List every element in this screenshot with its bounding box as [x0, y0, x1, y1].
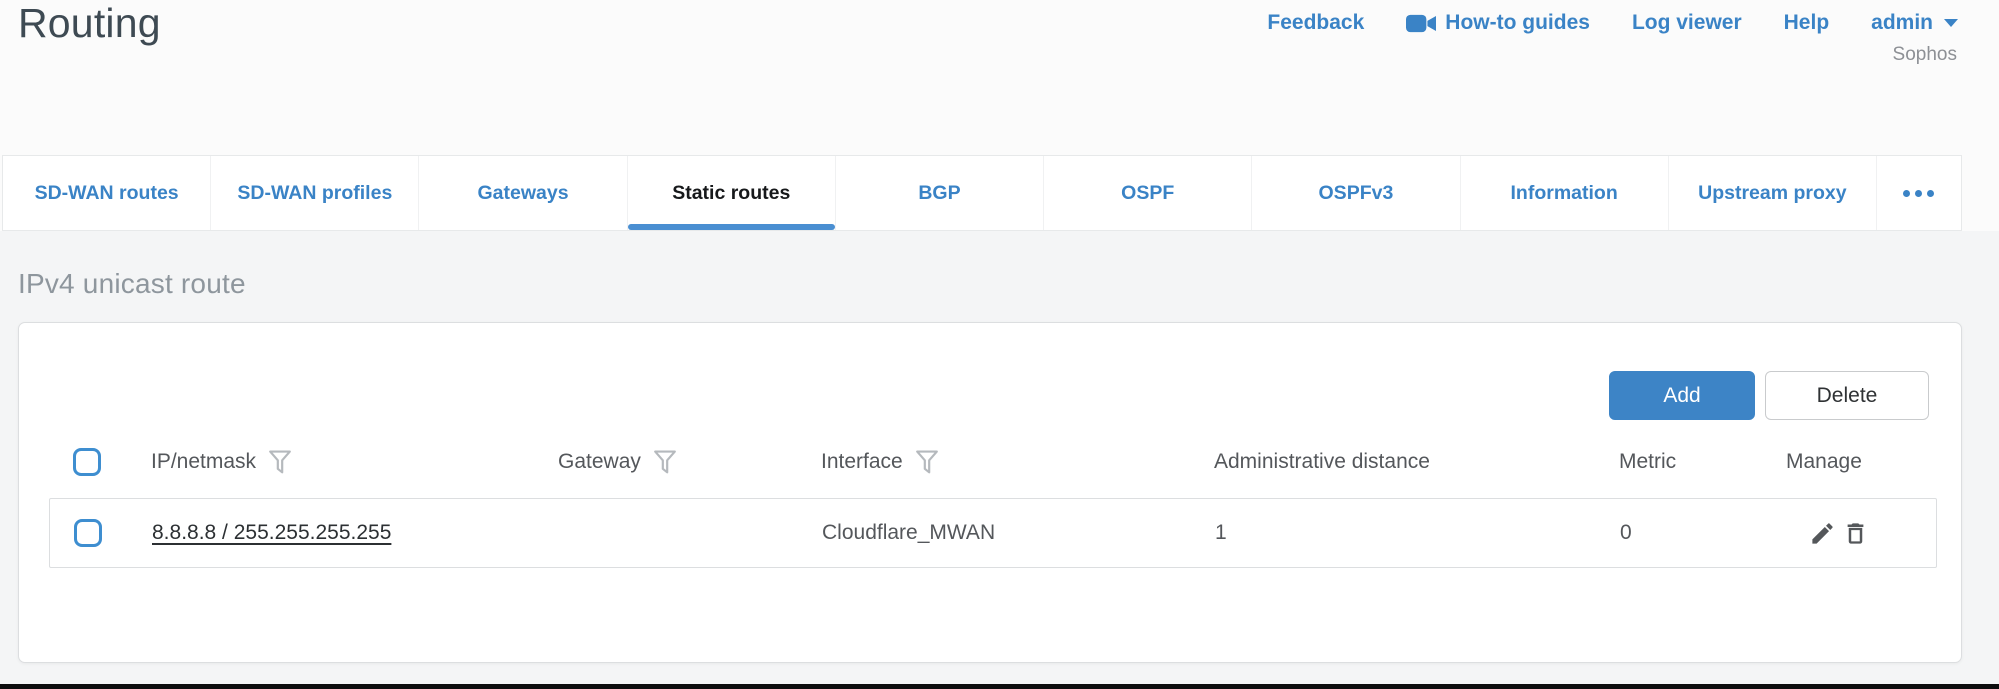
ip-netmask-link[interactable]: 8.8.8.8 / 255.255.255.255 [152, 521, 391, 544]
column-admin-distance: Administrative distance [1214, 450, 1619, 474]
section-title: IPv4 unicast route [18, 268, 246, 300]
tab-ospf[interactable]: OSPF [1043, 156, 1251, 230]
tab-gateways[interactable]: Gateways [418, 156, 626, 230]
cell-metric: 0 [1620, 521, 1787, 545]
more-horizontal-icon [1927, 190, 1934, 197]
row-checkbox-cell [50, 519, 152, 547]
caret-down-icon [1944, 19, 1958, 27]
filter-icon[interactable] [268, 449, 292, 476]
table-row: 8.8.8.8 / 255.255.255.255 Cloudflare_MWA… [49, 498, 1937, 568]
cell-admin-distance: 1 [1215, 521, 1620, 545]
tab-label: Upstream proxy [1698, 182, 1846, 205]
user-menu-label: admin [1871, 11, 1933, 35]
delete-button[interactable]: Delete [1765, 371, 1929, 420]
delete-trash-icon[interactable] [1842, 520, 1869, 547]
column-label: Metric [1619, 450, 1676, 474]
column-manage: Manage [1786, 450, 1937, 474]
add-button[interactable]: Add [1609, 371, 1755, 420]
tab-bgp[interactable]: BGP [835, 156, 1043, 230]
top-nav: Feedback How-to guides Log viewer Help a… [1267, 11, 1958, 35]
feedback-link[interactable]: Feedback [1267, 11, 1364, 35]
tab-label: SD-WAN routes [35, 182, 179, 205]
user-menu[interactable]: admin [1871, 11, 1958, 35]
cell-manage [1787, 520, 1936, 547]
video-camera-icon [1406, 13, 1436, 34]
help-link[interactable]: Help [1784, 11, 1830, 35]
howto-guides-link-label: How-to guides [1445, 11, 1590, 35]
column-label: Administrative distance [1214, 450, 1430, 474]
tab-sd-wan-profiles[interactable]: SD-WAN profiles [210, 156, 418, 230]
more-horizontal-icon [1915, 190, 1922, 197]
column-label: IP/netmask [151, 450, 256, 474]
table-header: IP/netmask Gateway Interface Administrat… [49, 439, 1937, 485]
column-label: Gateway [558, 450, 641, 474]
help-link-label: Help [1784, 11, 1830, 35]
toolbar: Add Delete [1609, 371, 1929, 420]
tab-ospfv3[interactable]: OSPFv3 [1251, 156, 1459, 230]
tab-label: OSPF [1121, 182, 1174, 205]
edit-pencil-icon[interactable] [1809, 520, 1836, 547]
page-title: Routing [18, 0, 161, 47]
row-checkbox[interactable] [74, 519, 102, 547]
tab-label: Gateways [478, 182, 569, 205]
column-label: Manage [1786, 450, 1862, 474]
feedback-link-label: Feedback [1267, 11, 1364, 35]
tab-upstream-proxy[interactable]: Upstream proxy [1668, 156, 1876, 230]
cell-ip-netmask: 8.8.8.8 / 255.255.255.255 [152, 521, 559, 545]
column-interface: Interface [821, 449, 1214, 476]
tab-information[interactable]: Information [1460, 156, 1668, 230]
routing-tabbar: SD-WAN routes SD-WAN profiles Gateways S… [2, 155, 1962, 231]
active-tab-underline [628, 224, 835, 230]
tab-label: Information [1511, 182, 1618, 205]
tab-label: OSPFv3 [1319, 182, 1394, 205]
header-checkbox-cell [49, 448, 151, 476]
log-viewer-link-label: Log viewer [1632, 11, 1742, 35]
howto-guides-link[interactable]: How-to guides [1406, 11, 1590, 35]
tab-sd-wan-routes[interactable]: SD-WAN routes [3, 156, 210, 230]
tab-label: SD-WAN profiles [237, 182, 392, 205]
screen-edge-bar [0, 684, 1999, 689]
column-metric: Metric [1619, 450, 1786, 474]
cell-interface: Cloudflare_MWAN [822, 521, 1215, 545]
filter-icon[interactable] [915, 449, 939, 476]
log-viewer-link[interactable]: Log viewer [1632, 11, 1742, 35]
static-routes-panel: Add Delete IP/netmask Gateway Interface … [18, 322, 1962, 663]
tab-static-routes[interactable]: Static routes [627, 156, 835, 230]
brand-label: Sophos [1893, 44, 1957, 66]
more-horizontal-icon [1903, 190, 1910, 197]
column-label: Interface [821, 450, 903, 474]
tab-more-menu[interactable] [1876, 156, 1961, 230]
column-ip-netmask: IP/netmask [151, 449, 558, 476]
column-gateway: Gateway [558, 449, 821, 476]
tab-label: Static routes [672, 182, 790, 205]
select-all-checkbox[interactable] [73, 448, 101, 476]
filter-icon[interactable] [653, 449, 677, 476]
tab-label: BGP [918, 182, 960, 205]
